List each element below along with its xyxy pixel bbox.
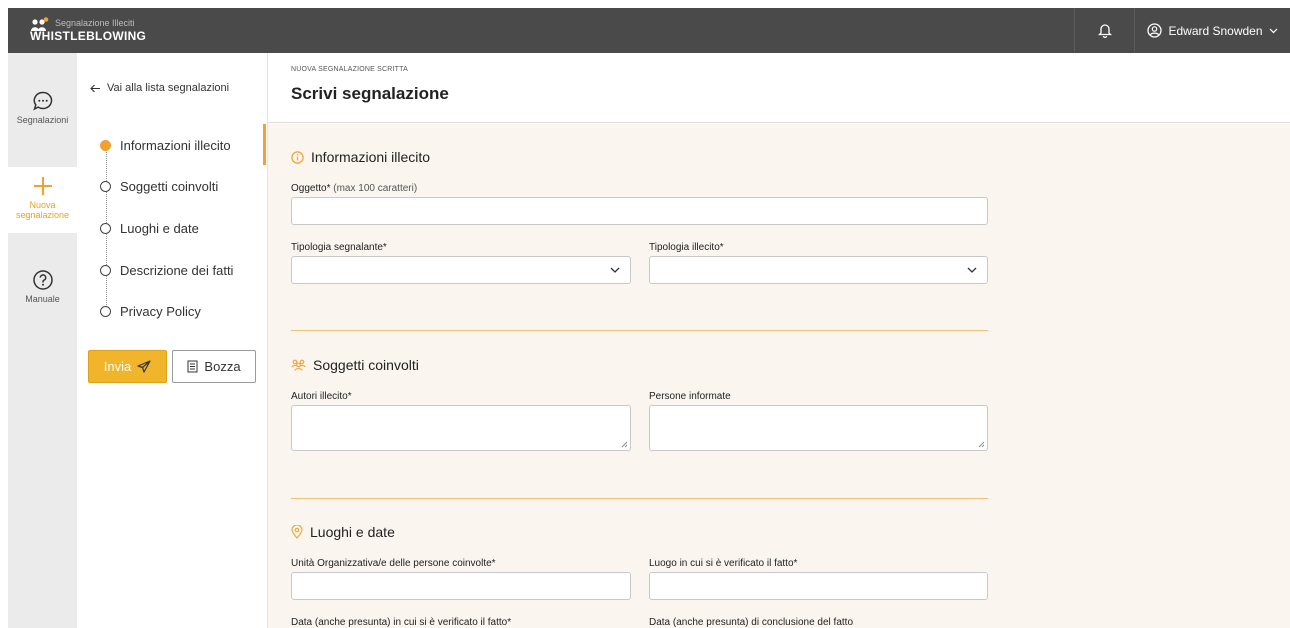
rail-label: Nuova segnalazione [15,200,70,220]
plus-icon [33,177,52,195]
step-label: Soggetti coinvolti [120,178,219,194]
people-icon [291,359,306,371]
rail-item-segnalazioni[interactable]: Segnalazioni [8,90,77,125]
tipologia-illecito-label: Tipologia illecito* [649,242,724,253]
arrow-left-icon [90,84,100,92]
persone-informate-textarea[interactable] [649,405,988,451]
notifications-button[interactable] [1074,8,1134,53]
section-title-luoghi: Luoghi e date [291,524,395,540]
page-eyebrow: NUOVA SEGNALAZIONE SCRITTA [291,66,408,73]
unita-organizzativa-label: Unità Organizzativa/e delle persone coin… [291,558,496,569]
back-to-list-link[interactable]: Vai alla lista segnalazioni [90,82,229,94]
step-luoghi-e-date[interactable]: Luoghi e date [100,218,199,238]
section-divider [291,498,988,499]
back-link-label: Vai alla lista segnalazioni [107,82,230,94]
persone-informate-label: Persone informate [649,391,731,402]
tipologia-segnalante-select[interactable] [291,256,631,284]
data-fine-label: Data (anche presunta) di conclusione del… [649,617,854,628]
step-label: Luoghi e date [120,220,199,236]
send-button-label: Invia [103,359,132,374]
unita-organizzativa-input[interactable] [291,572,631,600]
oggetto-hint: (max 100 caratteri) [333,183,418,194]
document-icon [187,360,198,373]
user-name: Edward Snowden [1168,23,1263,38]
oggetto-input[interactable] [291,197,988,225]
section-title-label: Soggetti coinvolti [313,357,419,373]
rail-label: Segnalazioni [16,115,69,125]
rail-item-manuale[interactable]: Manuale [8,269,77,304]
chevron-down-icon [967,267,977,273]
step-dot [100,180,111,192]
step-descrizione-dei-fatti[interactable]: Descrizione dei fatti [100,260,233,280]
section-title-informazioni: Informazioni illecito [291,149,430,165]
resize-grip-icon[interactable] [978,441,985,448]
step-soggetti-coinvolti[interactable]: Soggetti coinvolti [100,176,218,196]
brand-name: WHISTLEBLOWING [30,29,147,43]
bell-icon [1097,24,1112,38]
info-icon [291,150,304,164]
oggetto-label-text: Oggetto* [291,183,331,194]
draft-button-label: Bozza [204,359,241,374]
brand-subtitle: Segnalazione Illeciti [55,18,135,28]
section-title-label: Luoghi e date [310,524,395,540]
step-dot [100,139,111,151]
help-circle-icon [32,270,53,290]
left-rail: Segnalazioni Nuova segnalazione Manuale [8,53,77,628]
page-title: Scrivi segnalazione [291,84,449,103]
active-step-indicator [263,124,266,165]
rail-item-nuova-segnalazione[interactable]: Nuova segnalazione [8,167,77,233]
luogo-fatto-input[interactable] [649,572,988,600]
user-menu[interactable]: Edward Snowden [1134,8,1290,53]
resize-grip-icon[interactable] [621,441,628,448]
section-title-soggetti: Soggetti coinvolti [291,357,419,373]
tipologia-illecito-select[interactable] [649,256,988,284]
step-label: Informazioni illecito [120,137,231,153]
tipologia-segnalante-label: Tipologia segnalante* [291,242,387,253]
step-label: Privacy Policy [120,303,201,319]
map-pin-icon [291,525,303,539]
user-circle-icon [1147,23,1163,38]
section-divider [291,330,988,331]
luogo-fatto-label: Luogo in cui si è verificato il fatto* [649,558,798,569]
page-header: NUOVA SEGNALAZIONE SCRITTA Scrivi segnal… [268,53,1290,123]
steps-sidebar: Vai alla lista segnalazioni Informazioni… [77,53,268,628]
chevron-down-icon [610,267,620,273]
paper-plane-icon [137,360,151,373]
oggetto-label: Oggetto* (max 100 caratteri) [291,183,417,194]
section-title-label: Informazioni illecito [311,149,431,165]
send-button[interactable]: Invia [88,350,167,383]
autori-illecito-label: Autori illecito* [291,391,352,402]
step-dot [100,264,111,276]
top-bar: Segnalazione Illeciti WHISTLEBLOWING Edw… [8,8,1290,53]
step-dot [100,305,111,317]
draft-button[interactable]: Bozza [172,350,256,383]
chevron-down-icon [1269,28,1277,33]
step-dot [100,222,111,234]
rail-label: Manuale [25,294,60,304]
step-privacy-policy[interactable]: Privacy Policy [100,301,201,321]
step-label: Descrizione dei fatti [120,262,234,278]
chat-bubble-icon [32,91,52,111]
form-content: Informazioni illecito Oggetto* (max 100 … [268,124,1290,628]
step-informazioni-illecito[interactable]: Informazioni illecito [100,135,231,155]
data-inizio-label: Data (anche presunta) in cui si è verifi… [291,617,512,628]
autori-illecito-textarea[interactable] [291,405,631,451]
